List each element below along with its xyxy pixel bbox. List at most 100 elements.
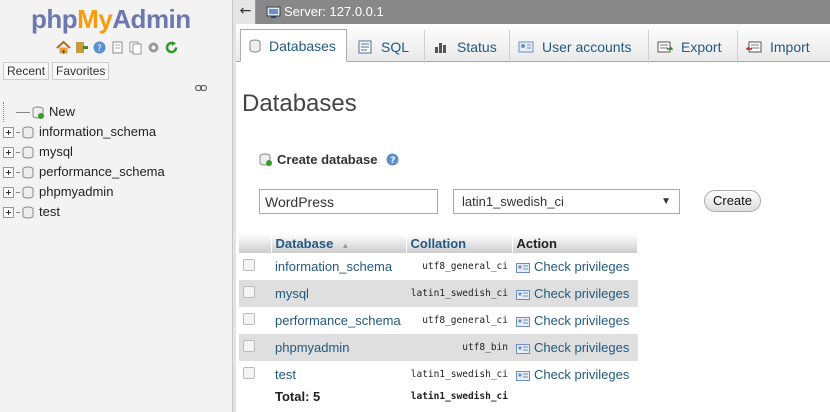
database-link[interactable]: performance_schema: [271, 307, 406, 334]
create-button[interactable]: Create: [704, 190, 761, 212]
expand-icon[interactable]: [3, 126, 14, 138]
table-row: test latin1_swedish_ci Check privileges: [239, 361, 638, 388]
gear-icon[interactable]: [146, 40, 161, 55]
databases-table: Database ▲ Collation Action information_s…: [239, 234, 638, 405]
database-icon: [22, 126, 34, 138]
table-header-row: Database ▲ Collation Action: [239, 234, 638, 253]
privileges-icon: [516, 370, 530, 381]
collation-cell: latin1_swedish_ci: [406, 361, 512, 388]
tab-databases[interactable]: Databases: [240, 29, 347, 62]
copy-icon[interactable]: [128, 40, 143, 55]
header-collation[interactable]: Collation: [406, 234, 513, 253]
database-link[interactable]: phpmyadmin: [271, 334, 406, 361]
svg-text:?: ?: [97, 44, 102, 54]
main-menu: Databases SQL Status User accounts Expor…: [236, 24, 830, 63]
tab-label: Databases: [269, 37, 336, 54]
user-accounts-icon: [518, 41, 534, 52]
collation-selected-value: latin1_swedish_ci: [462, 194, 564, 209]
table-row: performance_schema utf8_general_ci Check…: [239, 307, 638, 334]
breadcrumb-bar: ← Server: 127.0.0.1: [236, 0, 830, 24]
logout-icon[interactable]: [74, 40, 89, 55]
database-icon: [249, 39, 261, 52]
tab-status[interactable]: Status: [425, 30, 510, 63]
expand-icon[interactable]: [3, 146, 14, 158]
new-database-icon: [259, 153, 272, 166]
table-row: information_schema utf8_general_ci Check…: [239, 253, 638, 280]
check-privileges-link[interactable]: Check privileges: [512, 334, 638, 361]
tree-item-test[interactable]: test: [3, 202, 165, 222]
tree-item-new[interactable]: New: [3, 102, 165, 122]
create-database-label: Create database: [277, 152, 378, 167]
tree-item-label: test: [39, 204, 60, 219]
sort-ascending-icon: ▲: [341, 241, 350, 250]
tab-export[interactable]: Export: [649, 30, 738, 63]
create-database-heading[interactable]: Create database ?: [259, 152, 399, 167]
tree-item-mysql[interactable]: mysql: [3, 142, 165, 162]
check-privileges-link[interactable]: Check privileges: [512, 280, 638, 307]
status-icon: [435, 42, 446, 53]
reload-icon[interactable]: [164, 40, 179, 55]
help-icon[interactable]: ?: [386, 153, 399, 166]
dropdown-arrow-icon: ▼: [661, 196, 671, 207]
server-label: Server: 127.0.0.1: [284, 4, 384, 19]
total-label: Total: 5: [271, 388, 406, 405]
expand-icon[interactable]: [3, 166, 14, 178]
total-collation: latin1_swedish_ci: [406, 388, 512, 405]
tree-item-performance-schema[interactable]: performance_schema: [3, 162, 165, 182]
svg-text:?: ?: [391, 156, 396, 166]
page-title: Databases: [242, 90, 357, 117]
tab-sql[interactable]: SQL: [349, 30, 425, 63]
recent-tab[interactable]: Recent: [3, 62, 50, 80]
check-privileges-link[interactable]: Check privileges: [512, 253, 638, 280]
row-checkbox[interactable]: [243, 259, 255, 271]
sql-icon: [358, 40, 372, 53]
collation-cell: utf8_bin: [406, 334, 512, 361]
header-database[interactable]: Database ▲: [271, 234, 407, 253]
database-icon: [22, 146, 34, 158]
navigation-panel: phpMyAdmin ? Recent Favorites New inform…: [0, 0, 233, 412]
tab-label: SQL: [381, 38, 410, 55]
tree-item-phpmyadmin[interactable]: phpmyadmin: [3, 182, 165, 202]
row-checkbox[interactable]: [243, 313, 255, 325]
favorites-tab[interactable]: Favorites: [52, 62, 110, 80]
expand-icon[interactable]: [3, 206, 14, 218]
expand-icon[interactable]: [3, 186, 14, 198]
documentation-icon[interactable]: [110, 40, 125, 55]
tree-item-label: mysql: [39, 144, 73, 159]
header-checkbox-column: [239, 234, 272, 253]
row-checkbox[interactable]: [243, 286, 255, 298]
tree-item-information-schema[interactable]: information_schema: [3, 122, 165, 142]
tree-item-label: phpmyadmin: [39, 184, 114, 199]
server-icon: [266, 6, 281, 18]
database-name-input[interactable]: [259, 189, 438, 214]
database-icon: [22, 166, 34, 178]
tab-import[interactable]: Import: [738, 30, 828, 63]
phpmyadmin-logo[interactable]: phpMyAdmin: [31, 4, 191, 35]
tree-item-label: New: [49, 104, 76, 119]
row-checkbox[interactable]: [243, 340, 255, 352]
new-database-icon: [32, 106, 44, 119]
check-privileges-link[interactable]: Check privileges: [512, 361, 638, 388]
database-link[interactable]: mysql: [271, 280, 406, 307]
breadcrumb[interactable]: Server: 127.0.0.1: [266, 0, 384, 24]
privileges-icon: [516, 343, 530, 354]
export-icon: [657, 41, 673, 52]
nav-tabs: Recent Favorites: [3, 62, 110, 80]
link-with-main-panel-icon[interactable]: [195, 84, 207, 92]
collapse-nav-button[interactable]: ←: [236, 0, 256, 24]
table-row: mysql latin1_swedish_ci Check privileges: [239, 280, 638, 307]
database-link[interactable]: information_schema: [271, 253, 406, 280]
database-link[interactable]: test: [271, 361, 406, 388]
collation-select[interactable]: latin1_swedish_ci ▼: [453, 189, 680, 214]
tab-user-accounts[interactable]: User accounts: [510, 30, 649, 63]
tab-label: Export: [681, 38, 722, 55]
home-icon[interactable]: [56, 40, 71, 55]
collation-cell: latin1_swedish_ci: [406, 280, 512, 307]
tree-item-label: performance_schema: [39, 164, 165, 179]
row-checkbox[interactable]: [243, 367, 255, 379]
privileges-icon: [516, 316, 530, 327]
privileges-icon: [516, 262, 530, 273]
check-privileges-link[interactable]: Check privileges: [512, 307, 638, 334]
nav-quick-icons: ?: [56, 40, 179, 55]
help-icon[interactable]: ?: [92, 40, 107, 55]
